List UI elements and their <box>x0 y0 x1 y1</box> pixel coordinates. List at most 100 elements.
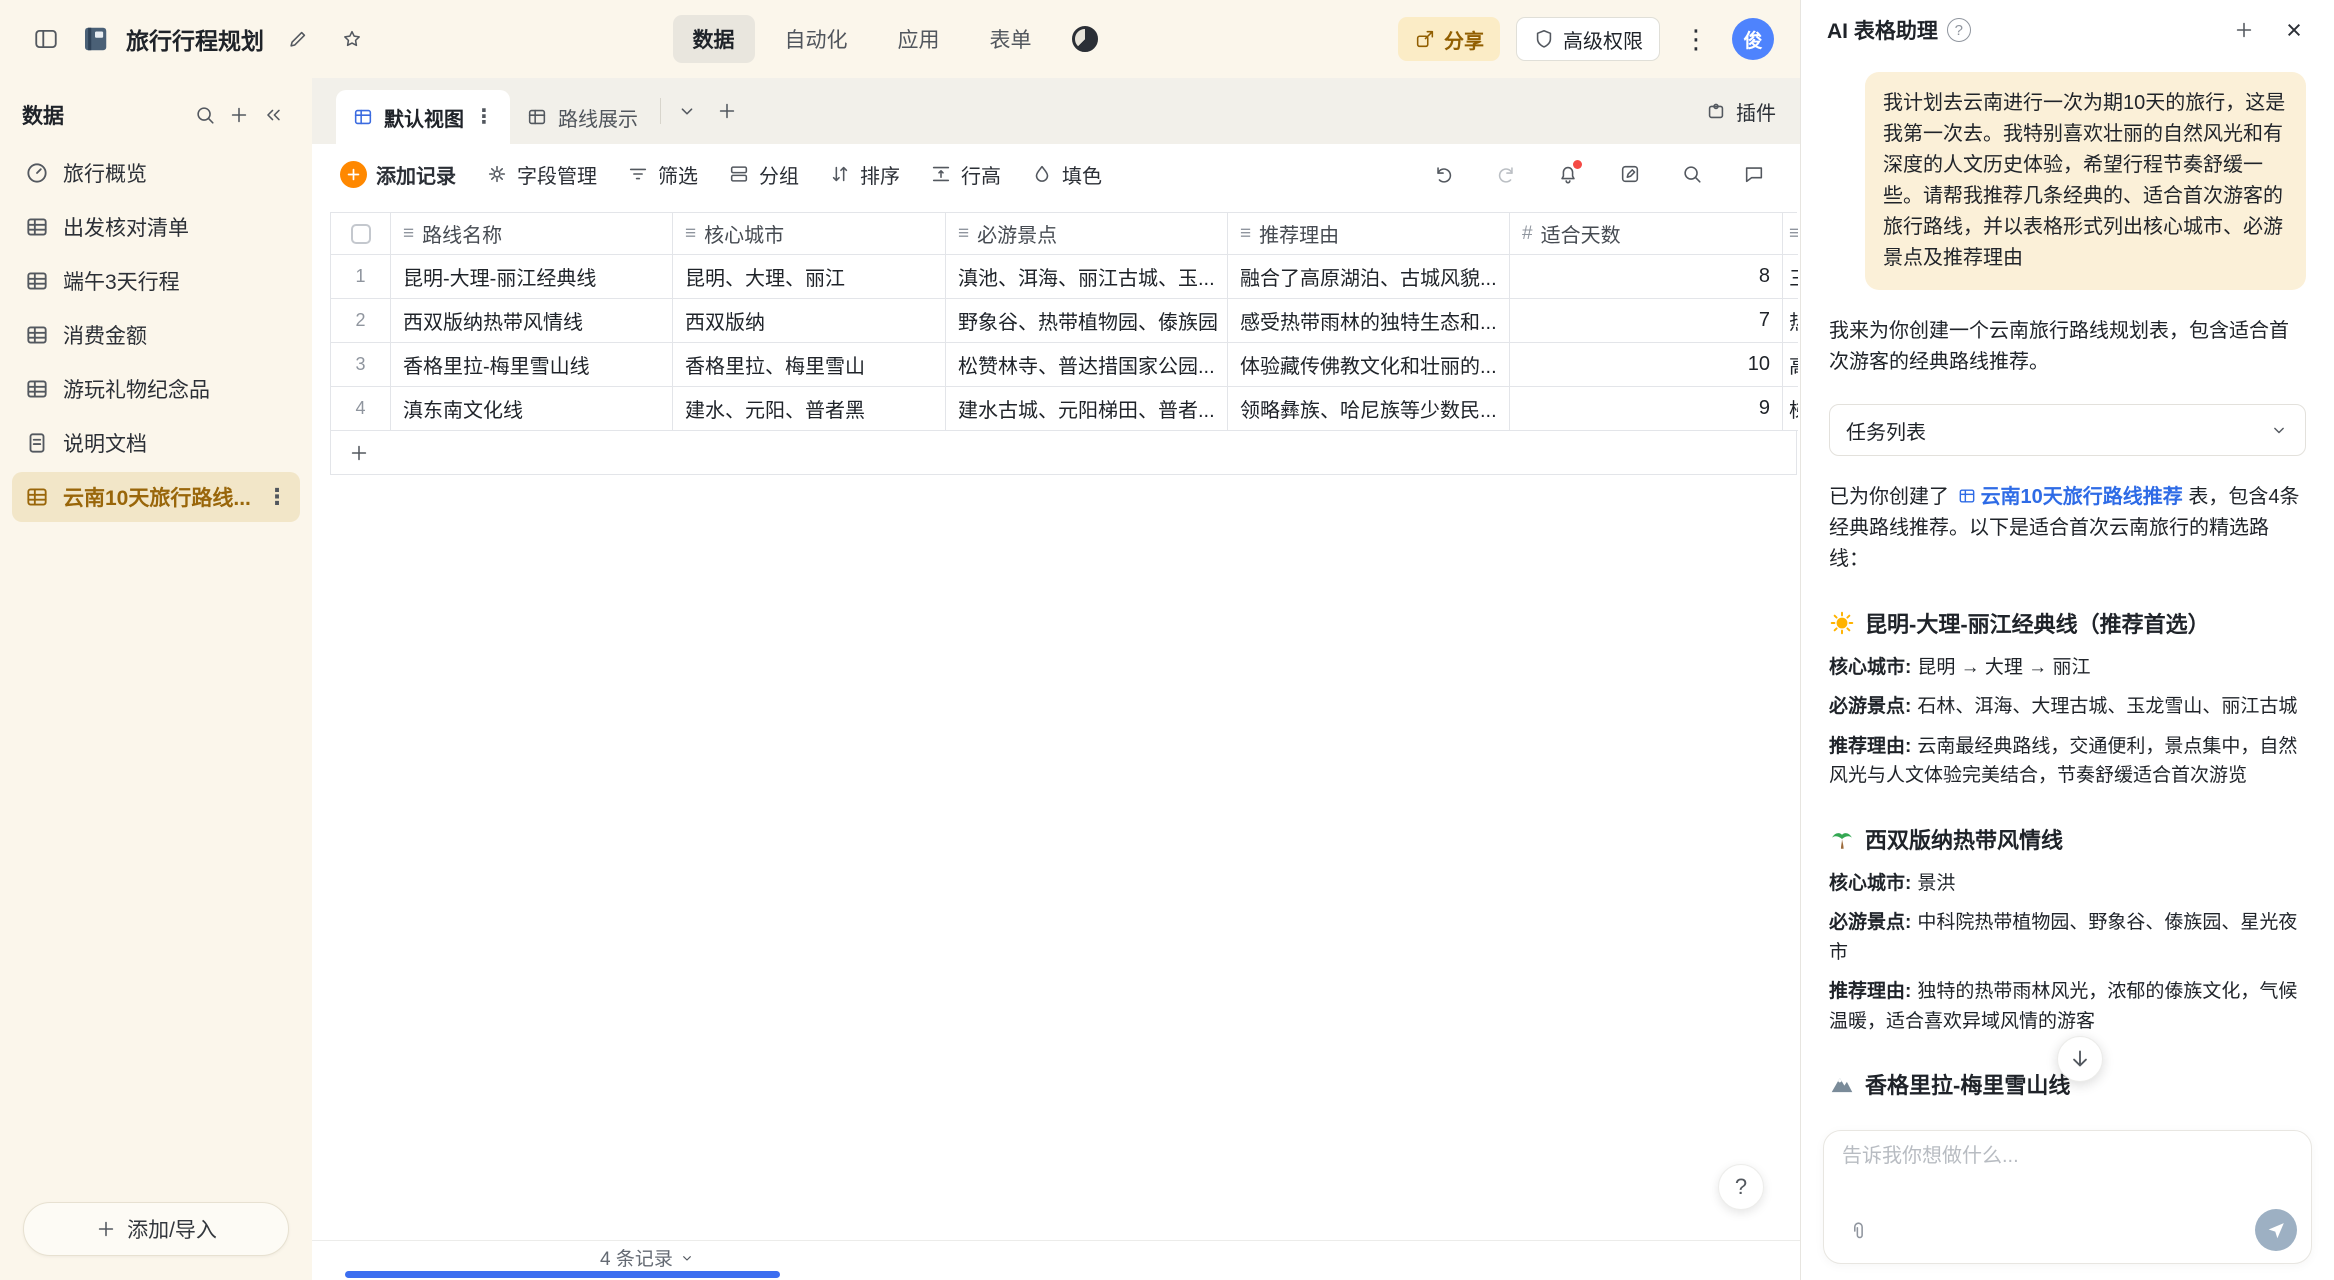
rename-pencil-icon[interactable] <box>278 19 318 59</box>
sidebar-toggle-icon[interactable] <box>26 19 66 59</box>
cell-days[interactable]: 8 <box>1510 255 1783 299</box>
created-table-link[interactable]: 云南10天旅行路线推荐 <box>1981 486 2183 508</box>
cell-route-name[interactable]: 西双版纳热带风情线 <box>391 299 673 343</box>
add-record-button[interactable]: 添加记录 <box>340 160 456 189</box>
group-button[interactable]: 分组 <box>728 160 799 189</box>
advanced-permission-button[interactable]: 高级权限 <box>1516 17 1660 61</box>
sidebar-item-souvenirs[interactable]: 游玩礼物纪念品 <box>12 364 300 414</box>
cell-overflow[interactable]: 梯 <box>1783 387 1798 431</box>
ai-help-icon[interactable]: ? <box>1947 18 1971 42</box>
avatar[interactable]: 俊 <box>1732 18 1774 60</box>
task-list-collapsed[interactable]: 任务列表 <box>1829 404 2306 456</box>
tab-data[interactable]: 数据 <box>673 15 755 63</box>
table-row: 3 香格里拉-梅里雪山线 香格里拉、梅里雪山 松赞林寺、普达措国家公园... 体… <box>331 343 1797 387</box>
row-number[interactable]: 4 <box>331 387 391 431</box>
ai-prompt-input[interactable] <box>1842 1145 2293 1168</box>
send-button[interactable] <box>2255 1209 2297 1251</box>
redo-icon[interactable] <box>1488 156 1524 192</box>
ai-panel-header: AI 表格助理 ? × <box>1801 0 2334 60</box>
cell-overflow[interactable]: 三 <box>1783 255 1798 299</box>
row-height-button[interactable]: 行高 <box>930 160 1001 189</box>
add-table-icon[interactable] <box>222 98 256 132</box>
view-list-chevron-icon[interactable] <box>667 91 707 131</box>
undo-icon[interactable] <box>1426 156 1462 192</box>
cell-days[interactable]: 9 <box>1510 387 1783 431</box>
sidebar-item-spending[interactable]: 消费金额 <box>12 310 300 360</box>
attachment-paperclip-icon[interactable] <box>1838 1211 1878 1251</box>
sidebar-item-checklist[interactable]: 出发核对清单 <box>12 202 300 252</box>
notification-bell-icon[interactable] <box>1550 156 1586 192</box>
fill-color-button[interactable]: 填色 <box>1031 160 1102 189</box>
row-number[interactable]: 2 <box>331 299 391 343</box>
tab-forms[interactable]: 表单 <box>970 15 1052 63</box>
cell-spots[interactable]: 松赞林寺、普达措国家公园... <box>946 343 1228 387</box>
horizontal-scrollbar[interactable] <box>345 1271 780 1278</box>
scroll-to-bottom-button[interactable] <box>2057 1036 2103 1082</box>
record-count[interactable]: 4 条记录 <box>600 1244 695 1271</box>
tab-apps[interactable]: 应用 <box>878 15 960 63</box>
cell-cities[interactable]: 香格里拉、梅里雪山 <box>673 343 946 387</box>
comment-icon[interactable] <box>1736 156 1772 192</box>
item-more-icon[interactable]: ⋮ <box>266 486 288 508</box>
cell-days[interactable]: 7 <box>1510 299 1783 343</box>
more-menu-icon[interactable]: ⋮ <box>1676 19 1716 59</box>
view-tab-default[interactable]: 默认视图 ⋮ <box>336 90 510 144</box>
cell-spots[interactable]: 野象谷、热带植物园、傣族园 <box>946 299 1228 343</box>
row-number[interactable]: 3 <box>331 343 391 387</box>
cell-reason[interactable]: 感受热带雨林的独特生态和... <box>1228 299 1510 343</box>
sidebar-item-3day-trip[interactable]: 端午3天行程 <box>12 256 300 306</box>
sidebar-item-docs[interactable]: 说明文档 <box>12 418 300 468</box>
add-row-button[interactable] <box>331 431 1797 475</box>
cell-reason[interactable]: 融合了高原湖泊、古城风貌... <box>1228 255 1510 299</box>
ai-created-message: 已为你创建了 云南10天旅行路线推荐 表，包含4条经典路线推荐。以下是适合首次云… <box>1829 482 2306 575</box>
edit-record-icon[interactable] <box>1612 156 1648 192</box>
cell-overflow[interactable]: 热 <box>1783 299 1798 343</box>
sort-button[interactable]: 排序 <box>829 160 900 189</box>
add-view-icon[interactable] <box>707 91 747 131</box>
add-import-button[interactable]: 添加/导入 <box>23 1202 289 1256</box>
cell-route-name[interactable]: 香格里拉-梅里雪山线 <box>391 343 673 387</box>
field-manage-button[interactable]: 字段管理 <box>486 160 597 189</box>
ai-panel-title: AI 表格助理 <box>1827 15 1938 45</box>
cell-cities[interactable]: 昆明、大理、丽江 <box>673 255 946 299</box>
ai-panel-actions: × <box>2224 10 2314 50</box>
cell-route-name[interactable]: 滇东南文化线 <box>391 387 673 431</box>
text-field-icon: ≡ <box>1789 223 1798 245</box>
dashboard-icon <box>24 160 50 186</box>
cell-reason[interactable]: 领略彝族、哈尼族等少数民... <box>1228 387 1510 431</box>
search-table-icon[interactable] <box>1674 156 1710 192</box>
cell-spots[interactable]: 滇池、洱海、丽江古城、玉... <box>946 255 1228 299</box>
view-more-icon[interactable]: ⋮ <box>474 107 494 127</box>
column-header-reason[interactable]: ≡推荐理由 <box>1228 213 1510 255</box>
select-all-checkbox[interactable] <box>351 224 371 244</box>
sidebar-item-yunnan-route[interactable]: 云南10天旅行路线... ⋮ <box>12 472 300 522</box>
sidebar-item-overview[interactable]: 旅行概览 <box>12 148 300 198</box>
column-header-spots[interactable]: ≡必游景点 <box>946 213 1228 255</box>
cell-reason[interactable]: 体验藏传佛教文化和壮丽的... <box>1228 343 1510 387</box>
tab-automation[interactable]: 自动化 <box>765 15 868 63</box>
close-panel-icon[interactable]: × <box>2274 10 2314 50</box>
cell-days[interactable]: 10 <box>1510 343 1783 387</box>
help-button[interactable]: ? <box>1718 1164 1764 1210</box>
view-tab-route-display[interactable]: 路线展示 <box>510 90 654 144</box>
cell-cities[interactable]: 西双版纳 <box>673 299 946 343</box>
favorite-star-icon[interactable] <box>332 19 372 59</box>
collapse-sidebar-icon[interactable] <box>256 98 290 132</box>
new-chat-icon[interactable] <box>2224 10 2264 50</box>
column-header-route-name[interactable]: ≡路线名称 <box>391 213 673 255</box>
column-header-days[interactable]: #适合天数 <box>1510 213 1783 255</box>
column-header-cities[interactable]: ≡核心城市 <box>673 213 946 255</box>
row-number[interactable]: 1 <box>331 255 391 299</box>
text-field-icon: ≡ <box>1240 223 1251 245</box>
cell-cities[interactable]: 建水、元阳、普者黑 <box>673 387 946 431</box>
column-header-overflow[interactable]: ≡ <box>1783 213 1798 255</box>
plugin-button[interactable]: 插件 <box>1705 97 1776 126</box>
usage-indicator-icon[interactable] <box>1072 26 1098 52</box>
cell-route-name[interactable]: 昆明-大理-丽江经典线 <box>391 255 673 299</box>
filter-button[interactable]: 筛选 <box>627 160 698 189</box>
search-icon[interactable] <box>188 98 222 132</box>
plus-icon <box>340 161 367 188</box>
cell-spots[interactable]: 建水古城、元阳梯田、普者... <box>946 387 1228 431</box>
cell-overflow[interactable]: 高 <box>1783 343 1798 387</box>
share-button[interactable]: 分享 <box>1398 17 1500 61</box>
